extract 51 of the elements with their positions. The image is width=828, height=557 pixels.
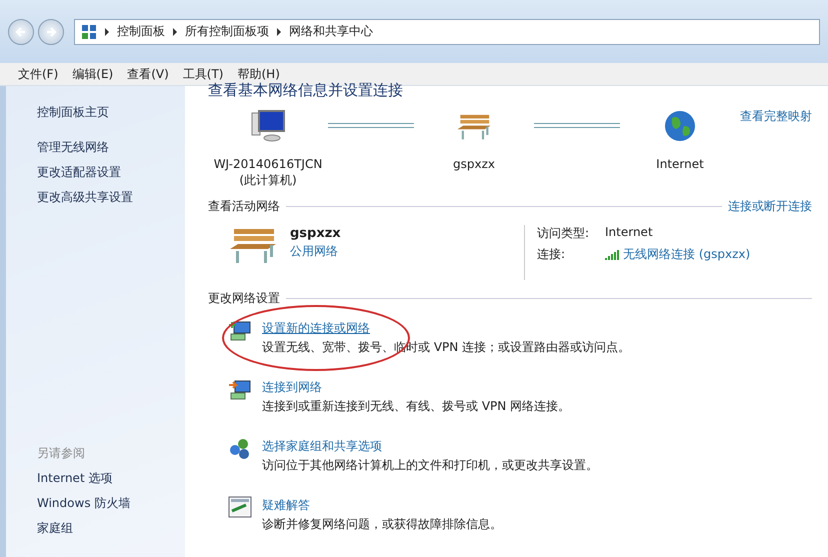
- node-label: gspxzx: [453, 156, 495, 172]
- back-arrow-icon: [15, 26, 27, 38]
- sidebar-link[interactable]: 更改适配器设置: [37, 160, 185, 185]
- task-description: 连接到或重新连接到无线、有线、拨号或 VPN 网络连接。: [262, 398, 570, 415]
- homegroup-icon: [228, 437, 252, 461]
- sidebar-link[interactable]: Internet 选项: [37, 466, 185, 491]
- breadcrumb[interactable]: 控制面板: [117, 23, 165, 40]
- network-setup-icon: [228, 319, 252, 343]
- forward-arrow-icon: [45, 26, 57, 38]
- node-label: WJ-20140616TJCN: [214, 156, 322, 172]
- menu-item[interactable]: 工具(T): [182, 66, 224, 82]
- menu-item[interactable]: 编辑(E): [72, 66, 114, 82]
- address-bar[interactable]: 控制面板 所有控制面板项 网络和共享中心: [74, 18, 820, 44]
- sidebar-link[interactable]: 控制面板主页: [37, 100, 185, 125]
- control-panel-icon: [81, 24, 97, 40]
- forward-button[interactable]: [38, 18, 64, 44]
- back-button[interactable]: [8, 18, 34, 44]
- task-description: 访问位于其他网络计算机上的文件和打印机，或更改共享设置。: [262, 457, 598, 474]
- network-category-link[interactable]: 公用网络: [290, 244, 338, 258]
- task-link[interactable]: 连接到网络: [262, 378, 322, 396]
- network-name: gspxzx: [290, 225, 341, 243]
- task-link[interactable]: 选择家庭组和共享选项: [262, 437, 382, 455]
- view-full-map-link[interactable]: 查看完整映射: [740, 108, 812, 125]
- page-title: 查看基本网络信息并设置连接: [208, 82, 404, 98]
- breadcrumb[interactable]: 网络和共享中心: [289, 23, 373, 40]
- node-label: Internet: [656, 156, 704, 172]
- sidebar-link[interactable]: 更改高级共享设置: [37, 185, 185, 210]
- section-heading: 更改网络设置: [208, 290, 280, 307]
- globe-icon: [664, 110, 696, 142]
- task-link[interactable]: 设置新的连接或网络: [262, 319, 370, 337]
- task-link[interactable]: 疑难解答: [262, 496, 310, 514]
- connect-disconnect-link[interactable]: 连接或断开连接: [728, 198, 812, 215]
- breadcrumb[interactable]: 所有控制面板项: [185, 23, 269, 40]
- access-type-value: Internet: [605, 225, 654, 241]
- menu-item[interactable]: 文件(F): [18, 66, 58, 82]
- access-type-label: 访问类型:: [537, 225, 590, 242]
- section-heading: 查看活动网络: [208, 198, 280, 215]
- connection-label: 连接:: [537, 246, 566, 263]
- network-connect-icon: [228, 378, 252, 402]
- see-also-heading: 另请参阅: [37, 445, 86, 462]
- sidebar-link[interactable]: 家庭组: [37, 516, 185, 541]
- menu-item[interactable]: 帮助(H): [238, 66, 280, 82]
- connection-link[interactable]: 无线网络连接 (gspxzx): [623, 246, 750, 263]
- signal-bars-icon: [605, 250, 619, 260]
- menu-item[interactable]: 查看(V): [127, 66, 169, 82]
- node-sublabel: (此计算机): [239, 172, 297, 188]
- task-description: 诊断并修复网络问题，或获得故障排除信息。: [262, 516, 502, 533]
- troubleshoot-icon: [228, 496, 252, 518]
- sidebar-link[interactable]: Windows 防火墙: [37, 491, 185, 516]
- computer-icon: [250, 109, 286, 143]
- sidebar-link[interactable]: 管理无线网络: [37, 135, 185, 160]
